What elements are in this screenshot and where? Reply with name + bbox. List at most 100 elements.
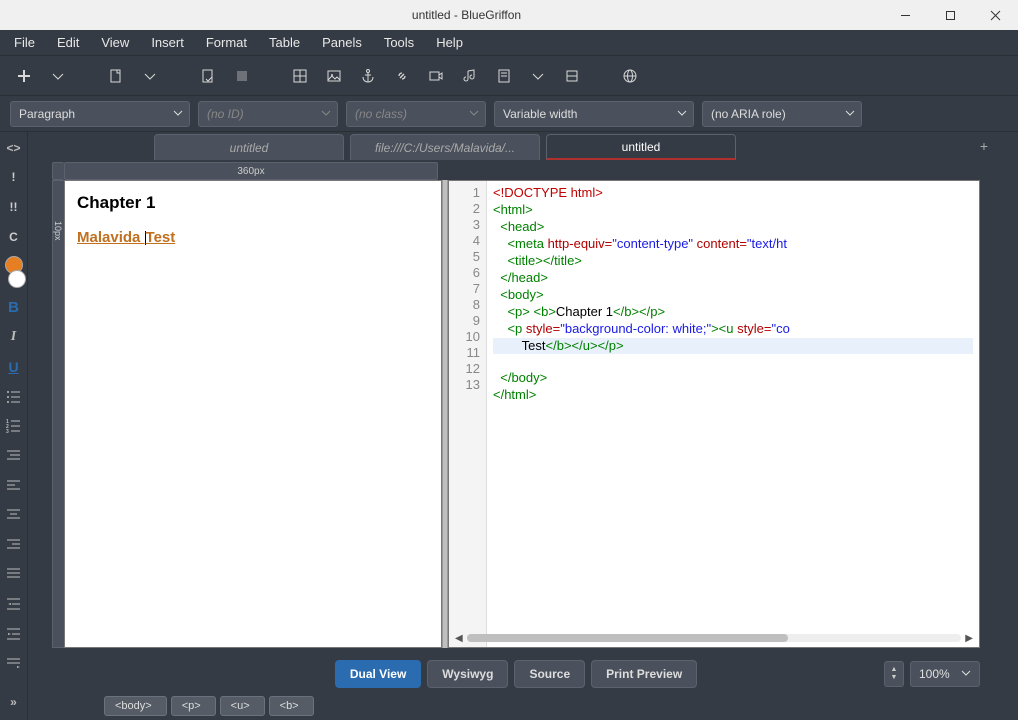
chevron-down-icon[interactable] bbox=[524, 62, 552, 90]
audio-icon[interactable] bbox=[456, 62, 484, 90]
horizontal-ruler[interactable]: 360px bbox=[64, 162, 438, 180]
property-bar: Paragraph (no ID) (no class) Variable wi… bbox=[0, 96, 1018, 132]
indent-increase-icon[interactable] bbox=[4, 623, 24, 643]
form-icon[interactable] bbox=[490, 62, 518, 90]
tab-untitled-2[interactable]: untitled bbox=[546, 134, 736, 160]
titlebar: untitled - BlueGriffon bbox=[0, 0, 1018, 30]
aria-select[interactable]: (no ARIA role) bbox=[702, 101, 862, 127]
chevron-down-icon[interactable] bbox=[44, 62, 72, 90]
video-icon[interactable] bbox=[422, 62, 450, 90]
wysiwyg-link[interactable]: Malavida Test bbox=[77, 229, 175, 246]
scroll-right-icon[interactable]: ▶ bbox=[965, 633, 973, 644]
list-ul-icon[interactable] bbox=[4, 387, 24, 407]
image-icon[interactable] bbox=[320, 62, 348, 90]
document-tabs: untitled file:///C:/Users/Malavida/... u… bbox=[28, 132, 1004, 160]
browser-icon[interactable] bbox=[616, 62, 644, 90]
breadcrumb-body[interactable]: <body> bbox=[104, 696, 167, 716]
dual-view-button[interactable]: Dual View bbox=[335, 660, 421, 688]
chevron-down-icon[interactable] bbox=[136, 62, 164, 90]
add-tab-button[interactable]: + bbox=[980, 138, 988, 154]
print-preview-button[interactable]: Print Preview bbox=[591, 660, 697, 688]
chevron-down-icon bbox=[845, 107, 855, 121]
menu-tools[interactable]: Tools bbox=[374, 32, 424, 53]
source-pane[interactable]: 12345678910111213 <!DOCTYPE html> <html>… bbox=[448, 180, 980, 648]
breadcrumb-u[interactable]: <u> bbox=[220, 696, 265, 716]
aria-label: (no ARIA role) bbox=[711, 107, 786, 121]
align-center-icon[interactable] bbox=[4, 505, 24, 525]
zoom-select[interactable]: 100% bbox=[910, 661, 980, 687]
wysiwyg-view-button[interactable]: Wysiwyg bbox=[427, 660, 508, 688]
chevron-down-icon bbox=[469, 107, 479, 121]
italic-button[interactable]: I bbox=[4, 327, 24, 347]
id-placeholder: (no ID) bbox=[207, 107, 244, 121]
close-button[interactable] bbox=[973, 0, 1018, 30]
zoom-spinner[interactable]: ▲▼ bbox=[884, 661, 904, 687]
class-placeholder: (no class) bbox=[355, 107, 407, 121]
source-view-button[interactable]: Source bbox=[514, 660, 585, 688]
list-dl-icon[interactable] bbox=[4, 446, 24, 466]
code-editor[interactable]: <!DOCTYPE html> <html> <head> <meta http… bbox=[487, 181, 979, 647]
direction-icon[interactable] bbox=[4, 653, 24, 673]
menu-format[interactable]: Format bbox=[196, 32, 257, 53]
align-left-icon[interactable] bbox=[4, 475, 24, 495]
align-right-icon[interactable] bbox=[4, 534, 24, 554]
underline-button[interactable]: U bbox=[4, 357, 24, 377]
view-switcher: Dual View Wysiwyg Source Print Preview ▲… bbox=[28, 656, 1004, 692]
save-button[interactable] bbox=[194, 62, 222, 90]
tab-file[interactable]: file:///C:/Users/Malavida/... bbox=[350, 134, 540, 160]
menu-help[interactable]: Help bbox=[426, 32, 473, 53]
class-select[interactable]: (no class) bbox=[346, 101, 486, 127]
chevron-down-icon bbox=[173, 107, 183, 121]
wysiwyg-pane[interactable]: Chapter 1 Malavida Test bbox=[64, 180, 442, 648]
wysiwyg-heading: Chapter 1 bbox=[77, 193, 429, 213]
list-ol-icon[interactable]: 123 bbox=[4, 416, 24, 436]
chevron-down-icon bbox=[321, 107, 331, 121]
stop-button bbox=[228, 62, 256, 90]
menu-view[interactable]: View bbox=[91, 32, 139, 53]
menu-edit[interactable]: Edit bbox=[47, 32, 89, 53]
chevron-down-icon bbox=[677, 107, 687, 121]
menu-insert[interactable]: Insert bbox=[141, 32, 194, 53]
id-select[interactable]: (no ID) bbox=[198, 101, 338, 127]
scroll-thumb[interactable] bbox=[467, 634, 788, 642]
menubar: File Edit View Insert Format Table Panel… bbox=[0, 30, 1018, 56]
link-icon[interactable] bbox=[388, 62, 416, 90]
breadcrumb-bar: <body> <p> <u> <b> bbox=[28, 692, 1004, 720]
expand-icon[interactable]: » bbox=[4, 692, 24, 712]
tab-untitled-1[interactable]: untitled bbox=[154, 134, 344, 160]
element-type-select[interactable]: Paragraph bbox=[10, 101, 190, 127]
code-toggle-icon[interactable]: <> bbox=[4, 138, 24, 158]
vertical-ruler-corner bbox=[52, 162, 64, 180]
right-strip bbox=[1004, 132, 1018, 720]
font-select[interactable]: Variable width bbox=[494, 101, 694, 127]
background-color-swatch[interactable] bbox=[8, 270, 26, 288]
menu-panels[interactable]: Panels bbox=[312, 32, 372, 53]
breadcrumb-b[interactable]: <b> bbox=[269, 696, 314, 716]
minimize-button[interactable] bbox=[883, 0, 928, 30]
table-icon[interactable] bbox=[286, 62, 314, 90]
indent-decrease-icon[interactable] bbox=[4, 594, 24, 614]
toolbar bbox=[0, 56, 1018, 96]
hscroll[interactable]: ◀ ▶ bbox=[449, 631, 979, 645]
priority1-icon[interactable]: ! bbox=[4, 168, 24, 188]
priority2-icon[interactable]: !! bbox=[4, 197, 24, 217]
svg-text:3: 3 bbox=[6, 429, 9, 433]
window-title: untitled - BlueGriffon bbox=[50, 8, 883, 22]
vertical-ruler[interactable]: 10px bbox=[52, 180, 64, 648]
hr-icon[interactable] bbox=[558, 62, 586, 90]
menu-file[interactable]: File bbox=[4, 32, 45, 53]
maximize-button[interactable] bbox=[928, 0, 973, 30]
scroll-left-icon[interactable]: ◀ bbox=[455, 633, 463, 644]
zoom-control: ▲▼ 100% bbox=[884, 661, 980, 687]
class-icon[interactable]: C bbox=[4, 227, 24, 247]
left-sidebar: <> ! !! C B I U 123 » bbox=[0, 132, 28, 720]
menu-table[interactable]: Table bbox=[259, 32, 310, 53]
line-gutter: 12345678910111213 bbox=[449, 181, 487, 647]
open-button[interactable] bbox=[102, 62, 130, 90]
anchor-icon[interactable] bbox=[354, 62, 382, 90]
breadcrumb-p[interactable]: <p> bbox=[171, 696, 216, 716]
align-justify-icon[interactable] bbox=[4, 564, 24, 584]
bold-button[interactable]: B bbox=[4, 298, 24, 318]
scroll-track[interactable] bbox=[467, 634, 962, 642]
new-button[interactable] bbox=[10, 62, 38, 90]
